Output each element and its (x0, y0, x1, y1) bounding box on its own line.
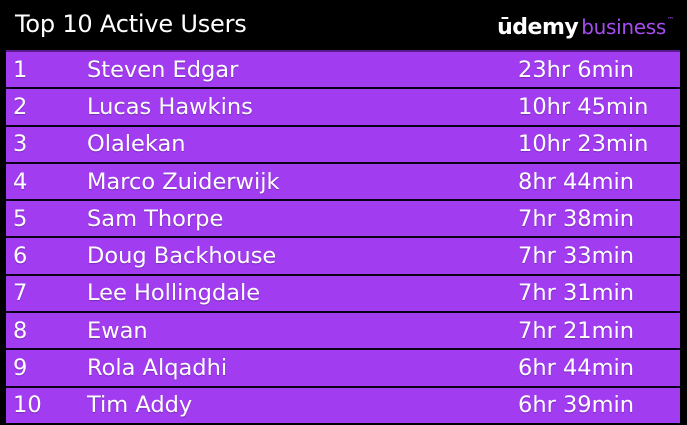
user-name-cell: Lucas Hawkins (87, 93, 253, 120)
rank-cell: 1 (13, 56, 28, 83)
table-row: 8 Ewan 7hr 21min (6, 311, 680, 349)
active-time-cell: 10hr 23min (518, 131, 649, 158)
table-row: 4 Marco Zuiderwijk 8hr 44min (6, 161, 680, 200)
user-name-cell: Lee Hollingdale (87, 280, 261, 307)
rank-cell: 7 (13, 280, 28, 307)
active-time-cell: 6hr 44min (518, 355, 635, 382)
rank-cell: 6 (13, 243, 28, 270)
rank-cell: 9 (13, 355, 28, 382)
logo-udemy-text: ūdemy (497, 15, 579, 40)
user-name-cell: Marco Zuiderwijk (87, 168, 280, 195)
user-name-cell: Ewan (87, 317, 148, 344)
user-name-cell: Rola Alqadhi (87, 355, 228, 382)
active-time-cell: 7hr 31min (518, 280, 635, 307)
active-time-cell: 7hr 33min (518, 243, 635, 270)
user-name-cell: Doug Backhouse (87, 243, 277, 270)
active-time-cell: 6hr 39min (518, 392, 635, 419)
table-row: 10 Tim Addy 6hr 39min (6, 385, 680, 423)
table-row: 1 Steven Edgar 23hr 6min (6, 50, 680, 88)
leaderboard-panel: Top 10 Active Users ūdemy business™ 1 Ste… (0, 0, 687, 425)
table-row: 9 Rola Alqadhi 6hr 44min (6, 348, 680, 386)
logo-business-text: business (581, 15, 666, 39)
user-name-cell: Sam Thorpe (87, 205, 224, 232)
rank-cell: 8 (13, 317, 28, 344)
rank-cell: 2 (13, 93, 28, 120)
leaderboard-header: Top 10 Active Users ūdemy business™ (0, 0, 687, 50)
active-time-cell: 8hr 44min (518, 168, 635, 195)
rank-cell: 10 (13, 392, 42, 419)
active-time-cell: 7hr 21min (518, 317, 635, 344)
table-row: 6 Doug Backhouse 7hr 33min (6, 236, 680, 274)
logo-trademark: ™ (667, 16, 674, 24)
rank-cell: 3 (13, 131, 28, 158)
active-time-cell: 7hr 38min (518, 205, 635, 232)
user-name-cell: Steven Edgar (87, 56, 239, 83)
active-time-cell: 23hr 6min (518, 56, 635, 83)
leaderboard-title: Top 10 Active Users (15, 10, 247, 38)
table-row: 7 Lee Hollingdale 7hr 31min (6, 273, 680, 312)
leaderboard-table: 1 Steven Edgar 23hr 6min 2 Lucas Hawkins… (6, 50, 680, 423)
rank-cell: 5 (13, 205, 28, 232)
active-time-cell: 10hr 45min (518, 93, 649, 120)
user-name-cell: Tim Addy (87, 392, 193, 419)
udemy-business-logo: ūdemy business™ (497, 17, 674, 39)
table-row: 3 Olalekan 10hr 23min (6, 124, 680, 162)
table-row: 5 Sam Thorpe 7hr 38min (6, 199, 680, 237)
table-row: 2 Lucas Hawkins 10hr 45min (6, 87, 680, 125)
rank-cell: 4 (13, 168, 28, 195)
user-name-cell: Olalekan (87, 131, 186, 158)
